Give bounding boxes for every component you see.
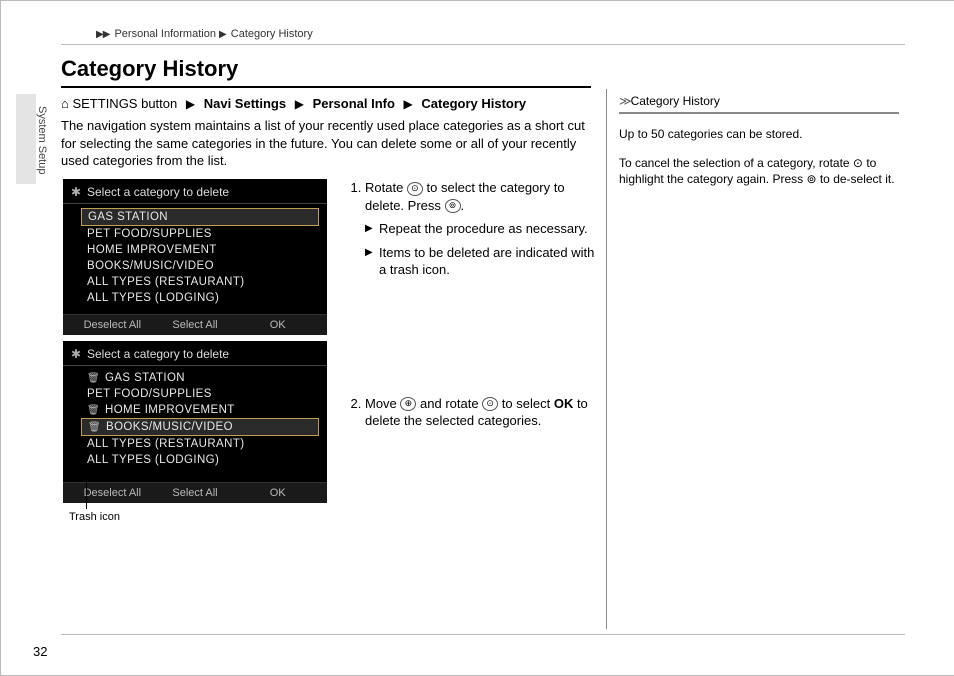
sidebar-tip: Up to 50 categories can be stored. (619, 126, 899, 143)
step-1: Rotate ⊙ to select the category to delet… (365, 179, 597, 385)
screenshot-header-text: Select a category to delete (87, 347, 229, 361)
list-item-label: ALL TYPES (LODGING) (87, 292, 219, 304)
list-item: 🗑 HOME IMPROVEMENT (81, 402, 319, 418)
screenshot-header-text: Select a category to delete (87, 185, 229, 199)
list-item-label: GAS STATION (105, 372, 185, 384)
list-item: PET FOOD/SUPPLIES (81, 386, 319, 402)
list-item: ALL TYPES (LODGING) (81, 290, 319, 306)
step-1-sub: Items to be deleted are indicated with a… (365, 244, 597, 279)
sidebar-tip: To cancel the selection of a category, r… (619, 155, 899, 189)
press-button-icon: ⊚ (806, 172, 816, 186)
select-all-button: Select All (154, 487, 237, 499)
intro-paragraph: The navigation system maintains a list o… (61, 117, 601, 170)
side-tab (16, 94, 36, 184)
navpath-item: Personal Info (313, 96, 395, 111)
screenshot-delete-list-marked: ✱ Select a category to delete 🗑 GAS STATIO… (63, 341, 327, 503)
list-item: PET FOOD/SUPPLIES (81, 226, 319, 242)
divider (61, 634, 905, 635)
press-button-icon: ⊚ (445, 199, 461, 213)
move-joystick-icon: ⊕ (400, 397, 416, 411)
divider (606, 89, 607, 629)
breadcrumb-current: Category History (231, 28, 313, 40)
step-1-sub: Repeat the procedure as necessary. (365, 220, 597, 238)
page-title: Category History (61, 56, 238, 82)
chevron-right-icon: ▶ (219, 29, 226, 40)
instruction-steps: Rotate ⊙ to select the category to delet… (347, 179, 597, 440)
sidebar-tips: ≫Category History Up to 50 categories ca… (619, 93, 899, 200)
list-item-label: PET FOOD/SUPPLIES (87, 228, 212, 240)
navpath-item: Navi Settings (204, 96, 286, 111)
rotate-dial-icon: ⊙ (482, 397, 498, 411)
deselect-all-button: Deselect All (71, 319, 154, 331)
trash-icon: 🗑 (87, 405, 99, 416)
list-item: HOME IMPROVEMENT (81, 242, 319, 258)
settings-button-icon: ⌂ (61, 96, 72, 111)
screenshot-header: ✱ Select a category to delete (63, 341, 327, 366)
chevron-right-icon: ▶ (295, 97, 304, 111)
screenshot-footer: Deselect All Select All OK (63, 314, 327, 335)
navpath-item: Category History (421, 96, 526, 111)
divider (61, 86, 591, 88)
list-item-label: ALL TYPES (LODGING) (87, 454, 219, 466)
screenshot-delete-list: ✱ Select a category to delete GAS STATION… (63, 179, 327, 335)
ok-button: OK (236, 319, 319, 331)
list-item: ALL TYPES (RESTAURANT) (81, 274, 319, 290)
gear-icon: ✱ (71, 185, 83, 199)
list-item-label: PET FOOD/SUPPLIES (87, 388, 212, 400)
rotate-dial-icon: ⊙ (853, 156, 863, 170)
settings-prefix: SETTINGS button (72, 96, 177, 111)
list-item: ALL TYPES (RESTAURANT) (81, 436, 319, 452)
list-item: GAS STATION (81, 208, 319, 226)
select-all-button: Select All (154, 319, 237, 331)
deselect-all-button: Deselect All (71, 487, 154, 499)
settings-path: ⌂ SETTINGS button ▶ Navi Settings ▶ Pers… (61, 96, 526, 111)
list-item: 🗑 GAS STATION (81, 370, 319, 386)
list-item: ALL TYPES (LODGING) (81, 452, 319, 468)
screenshot-footer: Deselect All Select All OK (63, 482, 327, 503)
list-item-label: GAS STATION (88, 211, 168, 223)
sidebar-heading: ≫Category History (619, 93, 899, 114)
gear-icon: ✱ (71, 347, 83, 361)
list-item-label: ALL TYPES (RESTAURANT) (87, 438, 244, 450)
chevron-right-icon: ▶▶ (96, 29, 109, 40)
screenshot-header: ✱ Select a category to delete (63, 179, 327, 204)
callout-label: Trash icon (69, 511, 120, 523)
divider (61, 44, 905, 45)
list-item-label: BOOKS/MUSIC/VIDEO (106, 421, 233, 433)
breadcrumb-parent: Personal Information (114, 28, 216, 40)
callout-line (86, 441, 87, 509)
page-number: 32 (33, 644, 47, 659)
list-item: BOOKS/MUSIC/VIDEO (81, 258, 319, 274)
trash-icon: 🗑 (88, 422, 100, 433)
chevron-right-icon: ▶ (404, 97, 413, 111)
chevron-right-icon: ≫ (619, 94, 629, 108)
list-item-label: BOOKS/MUSIC/VIDEO (87, 260, 214, 272)
list-item-label: HOME IMPROVEMENT (105, 404, 235, 416)
breadcrumb: ▶▶ Personal Information ▶ Category Histo… (96, 28, 313, 40)
list-item-label: HOME IMPROVEMENT (87, 244, 217, 256)
section-label: System Setup (36, 106, 48, 174)
list-item-label: ALL TYPES (RESTAURANT) (87, 276, 244, 288)
ok-button: OK (236, 487, 319, 499)
step-2: Move ⊕ and rotate ⊙ to select OK to dele… (365, 395, 597, 430)
trash-icon: 🗑 (87, 373, 99, 384)
chevron-right-icon: ▶ (186, 97, 195, 111)
rotate-dial-icon: ⊙ (407, 182, 423, 196)
list-item: 🗑 BOOKS/MUSIC/VIDEO (81, 418, 319, 436)
